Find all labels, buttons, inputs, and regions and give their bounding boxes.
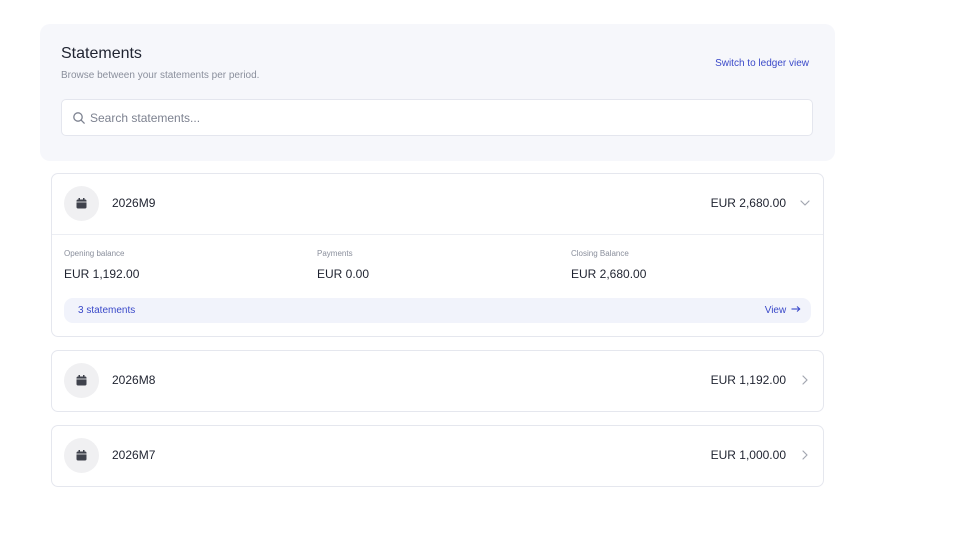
calendar-icon bbox=[76, 198, 87, 209]
search-box[interactable] bbox=[61, 99, 813, 136]
statements-page: Statements Browse between your statement… bbox=[0, 0, 960, 540]
payments-label: Payments bbox=[317, 249, 353, 258]
statement-period: 2026M9 bbox=[112, 196, 156, 210]
statement-card: 2026M9 EUR 2,680.00 Opening balance EUR … bbox=[51, 173, 824, 337]
payments-value: EUR 0.00 bbox=[317, 267, 370, 281]
statement-amount: EUR 1,192.00 bbox=[710, 373, 786, 387]
chevron-right-icon[interactable] bbox=[799, 374, 811, 386]
closing-balance: Closing Balance EUR 2,680.00 bbox=[571, 249, 646, 281]
calendar-icon bbox=[76, 375, 87, 386]
search-input[interactable] bbox=[90, 100, 790, 135]
opening-balance-value: EUR 1,192.00 bbox=[64, 267, 140, 281]
statements-header-card: Statements Browse between your statement… bbox=[40, 24, 835, 161]
calendar-icon bbox=[76, 450, 87, 461]
statement-card-header[interactable]: 2026M9 EUR 2,680.00 bbox=[52, 174, 823, 234]
chevron-right-icon[interactable] bbox=[799, 449, 811, 461]
statement-period: 2026M8 bbox=[112, 373, 156, 387]
statement-amount: EUR 2,680.00 bbox=[710, 196, 786, 210]
statements-footer-pill: 3 statements View bbox=[64, 298, 811, 323]
calendar-badge bbox=[64, 438, 99, 473]
statement-amount: EUR 1,000.00 bbox=[710, 448, 786, 462]
statement-count: 3 statements bbox=[78, 305, 136, 316]
opening-balance-label: Opening balance bbox=[64, 249, 125, 258]
switch-to-ledger-link[interactable]: Switch to ledger view bbox=[715, 58, 809, 69]
opening-balance: Opening balance EUR 1,192.00 bbox=[64, 249, 139, 281]
statement-card: 2026M7 EUR 1,000.00 bbox=[51, 425, 824, 487]
calendar-badge bbox=[64, 363, 99, 398]
statement-period: 2026M7 bbox=[112, 448, 156, 462]
closing-balance-value: EUR 2,680.00 bbox=[571, 267, 647, 281]
search-icon bbox=[73, 112, 85, 124]
payments: Payments EUR 0.00 bbox=[317, 249, 369, 281]
statement-card-header[interactable]: 2026M8 EUR 1,192.00 bbox=[52, 351, 823, 411]
arrow-right-icon bbox=[791, 306, 801, 312]
view-button[interactable]: View bbox=[765, 305, 801, 316]
statement-card: 2026M8 EUR 1,192.00 bbox=[51, 350, 824, 412]
chevron-down-icon[interactable] bbox=[799, 197, 811, 209]
view-label: View bbox=[764, 305, 787, 316]
closing-balance-label: Closing Balance bbox=[571, 249, 629, 258]
statement-details: Opening balance EUR 1,192.00 Payments EU… bbox=[52, 234, 823, 336]
statement-card-header[interactable]: 2026M7 EUR 1,000.00 bbox=[52, 426, 823, 486]
calendar-badge bbox=[64, 186, 99, 221]
page-subtitle: Browse between your statements per perio… bbox=[61, 70, 260, 81]
page-title: Statements bbox=[61, 45, 142, 62]
